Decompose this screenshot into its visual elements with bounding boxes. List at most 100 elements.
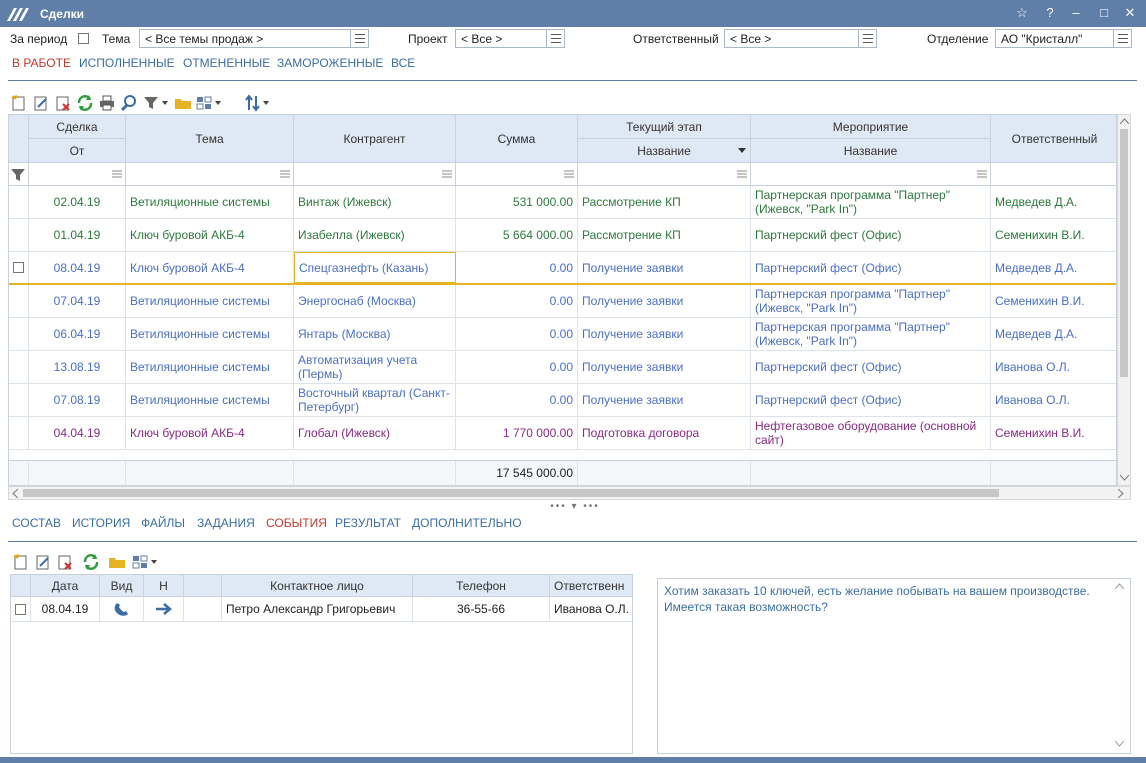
theme-select[interactable]: < Все темы продаж > <box>139 29 369 48</box>
filter-icon[interactable] <box>11 168 25 182</box>
tab-cancelled[interactable]: ОТМЕНЕННЫЕ <box>183 56 270 70</box>
row-checkbox-cell[interactable] <box>9 417 29 449</box>
panel-splitter[interactable]: ••• ▾ ••• <box>540 501 610 512</box>
filter-cell-event[interactable] <box>751 163 991 186</box>
tab-tasks[interactable]: ЗАДАНИЯ <box>197 516 255 530</box>
row-checkbox[interactable] <box>13 262 24 273</box>
menu-icon[interactable] <box>112 168 122 180</box>
menu-icon[interactable] <box>1113 30 1131 47</box>
grid-view-dropdown-icon[interactable] <box>196 94 224 112</box>
row-checkbox-cell[interactable] <box>9 186 29 218</box>
menu-icon[interactable] <box>280 168 290 180</box>
new-document-icon[interactable] <box>12 553 30 571</box>
scroll-thumb[interactable] <box>1120 129 1128 377</box>
tab-events[interactable]: СОБЫТИЯ <box>266 516 327 530</box>
event-note[interactable]: Хотим заказать 10 ключей, есть желание п… <box>657 578 1131 754</box>
period-checkbox[interactable] <box>78 33 89 44</box>
tab-frozen[interactable]: ЗАМОРОЖЕННЫЕ <box>277 56 383 70</box>
events-header-contact[interactable]: Контактное лицо <box>222 575 413 597</box>
header-sum[interactable]: Сумма <box>456 115 578 163</box>
table-row[interactable]: 02.04.19 Ветиляционные системы Винтаж (Иже… <box>9 186 1116 219</box>
close-icon[interactable]: ✕ <box>1120 4 1140 22</box>
grid-view-dropdown-icon[interactable] <box>132 553 160 571</box>
minimize-icon[interactable]: – <box>1066 4 1086 22</box>
table-row[interactable]: 13.08.19 Ветиляционные системы Автоматизац… <box>9 351 1116 384</box>
menu-icon[interactable] <box>858 30 876 47</box>
table-row[interactable]: 06.04.19 Ветиляционные системы Янтарь (Мос… <box>9 318 1116 351</box>
scroll-thumb[interactable] <box>23 489 999 497</box>
header-counterparty[interactable]: Контрагент <box>294 115 456 163</box>
table-row[interactable]: 08.04.19 Петро Александр Григорьевич 36-… <box>11 597 632 622</box>
filter-cell-stage[interactable] <box>578 163 751 186</box>
header-stage-name[interactable]: Название <box>578 139 751 163</box>
menu-icon[interactable] <box>564 168 574 180</box>
folder-icon[interactable] <box>174 94 192 112</box>
new-document-icon[interactable] <box>10 94 28 112</box>
chevron-up-icon[interactable] <box>1115 583 1124 589</box>
row-checkbox-cell[interactable] <box>11 597 31 621</box>
row-checkbox-cell[interactable] <box>9 285 29 317</box>
project-select[interactable]: < Все > <box>455 29 565 48</box>
tab-all[interactable]: ВСЕ <box>391 56 415 70</box>
chevron-left-icon[interactable] <box>12 489 18 498</box>
events-header-date[interactable]: Дата <box>31 575 100 597</box>
header-event[interactable]: Мероприятие <box>751 115 991 139</box>
row-checkbox-cell[interactable] <box>9 219 29 251</box>
refresh-icon[interactable] <box>82 553 100 571</box>
print-icon[interactable] <box>98 94 116 112</box>
tab-history[interactable]: ИСТОРИЯ <box>72 516 130 530</box>
row-checkbox-cell[interactable] <box>9 351 29 383</box>
filter-cell-date[interactable] <box>29 163 126 186</box>
menu-icon[interactable] <box>977 168 987 180</box>
tab-additional[interactable]: ДОПОЛНИТЕЛЬНО <box>412 516 522 530</box>
events-header-kind[interactable]: Вид <box>100 575 144 597</box>
table-row[interactable]: 08.04.19 Ключ буровой АКБ-4 Спецгазнефть (… <box>9 252 1116 285</box>
chevron-down-icon[interactable] <box>1115 741 1124 747</box>
chevron-down-icon[interactable] <box>1120 475 1129 481</box>
row-checkbox-cell[interactable] <box>9 318 29 350</box>
maximize-icon[interactable]: □ <box>1094 4 1114 22</box>
table-row[interactable]: 07.08.19 Ветиляционные системы Восточный к… <box>9 384 1116 417</box>
events-header-direction[interactable]: Н <box>144 575 184 597</box>
grid-horizontal-scrollbar[interactable] <box>8 486 1131 500</box>
help-icon[interactable]: ? <box>1040 4 1060 22</box>
tab-result[interactable]: РЕЗУЛЬТАТ <box>335 516 401 530</box>
events-header-phone[interactable]: Телефон <box>413 575 550 597</box>
row-checkbox-cell[interactable] <box>9 252 29 283</box>
chevron-up-icon[interactable] <box>1120 118 1129 124</box>
row-checkbox-cell[interactable] <box>9 384 29 416</box>
grid-vertical-scrollbar[interactable] <box>1117 114 1131 486</box>
delete-document-icon[interactable] <box>56 553 74 571</box>
menu-icon[interactable] <box>546 30 564 47</box>
edit-document-icon[interactable] <box>34 553 52 571</box>
header-theme[interactable]: Тема <box>126 115 294 163</box>
tab-completed[interactable]: ИСПОЛНЕННЫЕ <box>79 56 175 70</box>
events-header-blank[interactable] <box>184 575 222 597</box>
table-row[interactable]: 07.04.19 Ветиляционные системы Энергоснаб … <box>9 285 1116 318</box>
responsible-select[interactable]: < Все > <box>724 29 877 48</box>
table-row[interactable]: 04.04.19 Ключ буровой АКБ-4 Глобал (Ижевск… <box>9 417 1116 450</box>
refresh-icon[interactable] <box>76 94 94 112</box>
filter-cell-counterparty[interactable] <box>294 163 456 186</box>
menu-icon[interactable] <box>442 168 452 180</box>
menu-icon[interactable] <box>737 168 747 180</box>
tab-files[interactable]: ФАЙЛЫ <box>141 516 185 530</box>
chevron-right-icon[interactable] <box>1118 489 1124 498</box>
sort-dropdown-icon[interactable] <box>244 94 272 112</box>
filter-cell-sum[interactable] <box>456 163 578 186</box>
tab-in-work[interactable]: В РАБОТЕ <box>12 56 71 70</box>
row-checkbox[interactable] <box>15 603 26 615</box>
header-from[interactable]: От <box>29 139 126 163</box>
header-deal[interactable]: Сделка <box>29 115 126 139</box>
menu-icon[interactable] <box>350 30 368 47</box>
header-responsible[interactable]: Ответственный <box>991 115 1116 163</box>
header-stage[interactable]: Текущий этап <box>578 115 751 139</box>
edit-document-icon[interactable] <box>32 94 50 112</box>
tab-composition[interactable]: СОСТАВ <box>12 516 61 530</box>
table-row[interactable]: 01.04.19 Ключ буровой АКБ-4 Изабелла (Ижев… <box>9 219 1116 252</box>
search-icon[interactable] <box>120 94 138 112</box>
events-header-responsible[interactable]: Ответственн <box>550 575 632 597</box>
folder-icon[interactable] <box>108 553 126 571</box>
filter-cell-responsible[interactable] <box>991 163 1116 186</box>
delete-document-icon[interactable] <box>54 94 72 112</box>
